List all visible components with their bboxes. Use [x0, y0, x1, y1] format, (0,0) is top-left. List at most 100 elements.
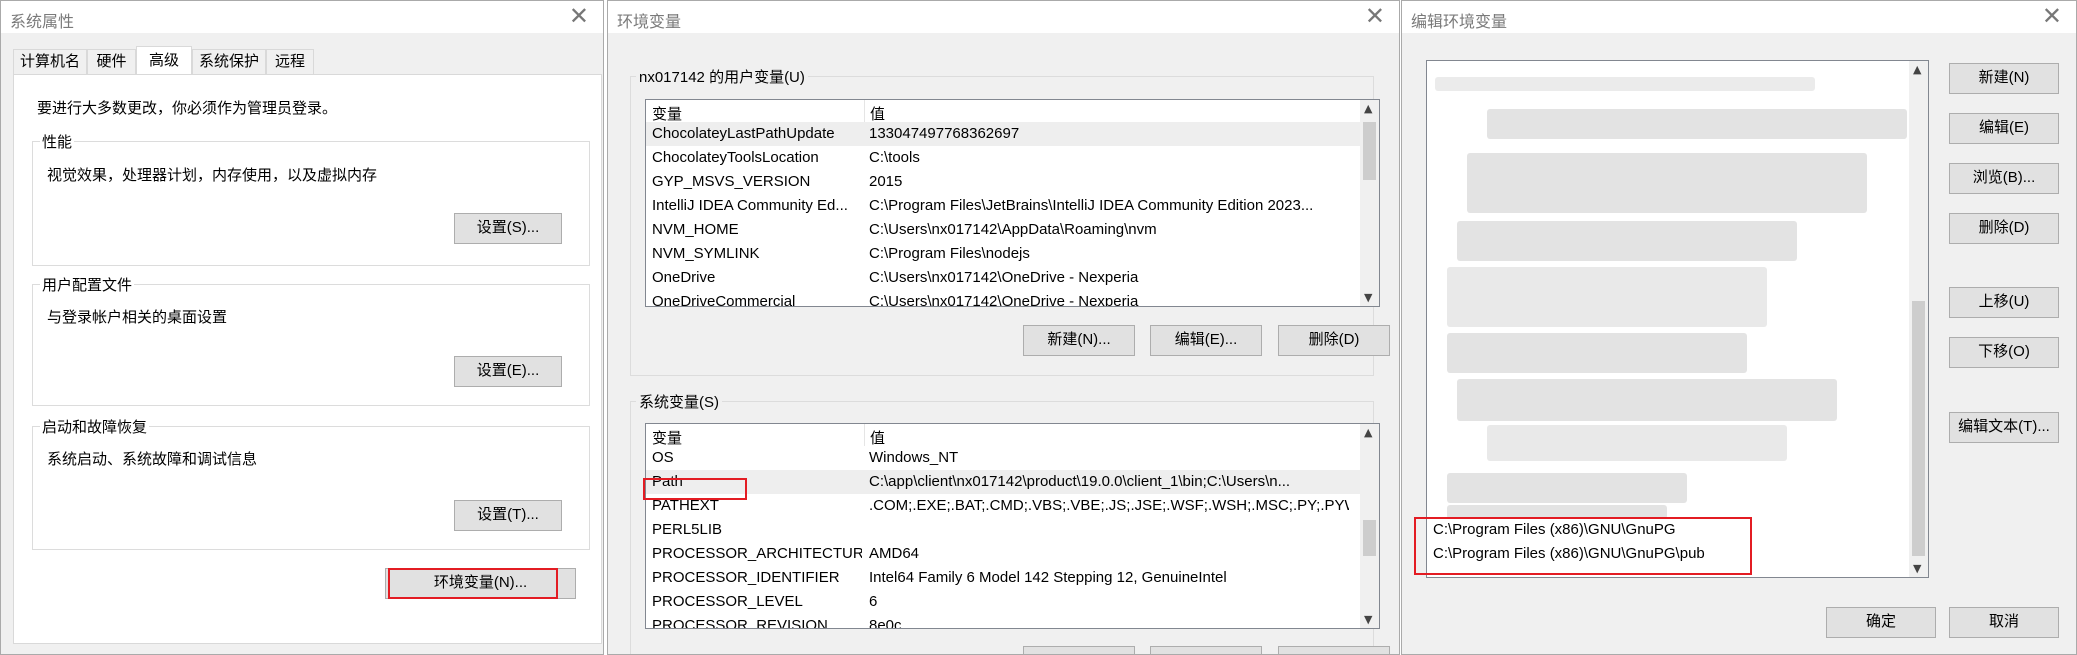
user-variables-title: nx017142 的用户变量(U) [636, 66, 808, 87]
column-separator [864, 100, 865, 122]
variable-value: C:\app\client\nx017142\product\19.0.0\cl… [869, 473, 1291, 490]
system-delete-button[interactable] [1278, 646, 1390, 654]
startup-recovery-settings-button[interactable]: 设置(T)... [454, 500, 562, 531]
vertical-scrollbar[interactable]: ▲ ▼ [1360, 100, 1379, 306]
performance-settings-button[interactable]: 设置(S)... [454, 213, 562, 244]
variable-value: AMD64 [869, 545, 920, 562]
chevron-up-icon[interactable]: ▲ [1364, 426, 1372, 439]
table-row[interactable]: OS Windows_NT [646, 446, 1360, 470]
user-new-button[interactable]: 新建(N)... [1023, 325, 1135, 356]
close-icon[interactable]: ✕ [2042, 4, 2062, 28]
title-bar: 编辑环境变量 ✕ [1402, 1, 2076, 33]
variable-name: GYP_MSVS_VERSION [652, 173, 811, 190]
blurred-entry [1467, 153, 1867, 213]
title-bar: 环境变量 ✕ [608, 1, 1399, 33]
ok-button[interactable]: 确定 [1826, 607, 1936, 638]
variable-value: C:\Program Files\nodejs [869, 245, 1030, 262]
admin-note: 要进行大多数更改，你必须作为管理员登录。 [37, 100, 338, 117]
user-delete-button[interactable]: 删除(D) [1278, 325, 1390, 356]
system-properties-window: 系统属性 ✕ 计算机名 硬件 高级 系统保护 远程 要进行大多数更改，你必须作为… [0, 0, 604, 655]
variable-name: PERL5LIB [652, 521, 723, 538]
edit-text-button[interactable]: 编辑文本(T)... [1949, 412, 2059, 443]
table-row[interactable]: PATHEXT .COM;.EXE;.BAT;.CMD;.VBS;.VBE;.JS… [646, 494, 1360, 518]
table-row[interactable]: OneDriveCommercial C:\Users\nx017142\OneD… [646, 290, 1360, 307]
system-edit-button[interactable] [1150, 646, 1262, 654]
table-row[interactable]: PERL5LIB [646, 518, 1360, 542]
move-up-button[interactable]: 上移(U) [1949, 287, 2059, 318]
variable-name: PROCESSOR_LEVEL [652, 593, 803, 610]
performance-group: 性能 视觉效果，处理器计划，内存使用，以及虚拟内存 设置(S)... [32, 131, 590, 266]
cancel-button[interactable]: 取消 [1949, 607, 2059, 638]
user-variables-list[interactable]: 变量 值 ChocolateyLastPathUpdate 13304749776… [645, 99, 1380, 307]
variable-value: 8e0c [869, 617, 902, 629]
chevron-down-icon[interactable]: ▼ [1913, 562, 1921, 575]
startup-recovery-group: 启动和故障恢复 系统启动、系统故障和调试信息 设置(T)... [32, 416, 590, 550]
chevron-up-icon[interactable]: ▲ [1913, 63, 1921, 76]
chevron-down-icon[interactable]: ▼ [1364, 613, 1372, 626]
table-row[interactable]: PROCESSOR_LEVEL 6 [646, 590, 1360, 614]
table-row[interactable]: NVM_SYMLINK C:\Program Files\nodejs [646, 242, 1360, 266]
variable-value: C:\Users\nx017142\OneDrive - Nexperia [869, 293, 1139, 307]
scrollbar-thumb[interactable] [1363, 122, 1376, 180]
blurred-entry [1435, 77, 1815, 91]
table-row[interactable]: OneDrive C:\Users\nx017142\OneDrive - Nex… [646, 266, 1360, 290]
window-title: 编辑环境变量 [1411, 14, 1508, 31]
variable-name: OS [652, 449, 674, 466]
vertical-scrollbar[interactable]: ▲ ▼ [1360, 424, 1379, 628]
highlight-box [643, 478, 747, 500]
column-header-variable[interactable]: 变量 [652, 103, 682, 124]
user-edit-button[interactable]: 编辑(E)... [1150, 325, 1262, 356]
table-row[interactable]: PROCESSOR_ARCHITECTURE AMD64 [646, 542, 1360, 566]
variable-name: NVM_SYMLINK [652, 245, 760, 262]
table-row[interactable]: IntelliJ IDEA Community Ed... C:\Program … [646, 194, 1360, 218]
user-profiles-desc: 与登录帐户相关的桌面设置 [47, 309, 228, 326]
blurred-entry [1457, 379, 1837, 421]
table-row[interactable]: PROCESSOR_REVISION 8e0c [646, 614, 1360, 629]
table-row[interactable]: GYP_MSVS_VERSION 2015 [646, 170, 1360, 194]
variable-value: C:\Users\nx017142\AppData\Roaming\nvm [869, 221, 1157, 238]
edit-environment-variable-window: 编辑环境变量 ✕ C:\Program Files (x86)\GNU\GnuP… [1401, 0, 2077, 655]
column-header-value[interactable]: 值 [870, 103, 885, 124]
delete-entry-button[interactable]: 删除(D) [1949, 213, 2059, 244]
variable-name: ChocolateyLastPathUpdate [652, 125, 835, 142]
system-variables-group: 系统变量(S) 变量 值 OS Windows_NT Path C:\app\cli… [630, 391, 1390, 654]
tab-advanced[interactable]: 高级 [136, 46, 192, 75]
variable-value: C:\tools [869, 149, 920, 166]
column-header-value[interactable]: 值 [870, 427, 885, 448]
table-row[interactable]: Path C:\app\client\nx017142\product\19.0.… [646, 470, 1360, 494]
chevron-down-icon[interactable]: ▼ [1364, 291, 1372, 304]
system-variables-list[interactable]: 变量 值 OS Windows_NT Path C:\app\client\nx01… [645, 423, 1380, 629]
browse-button[interactable]: 浏览(B)... [1949, 163, 2059, 194]
tab-system-protection[interactable]: 系统保护 [192, 49, 266, 74]
tab-remote[interactable]: 远程 [266, 49, 314, 74]
blurred-entry [1487, 109, 1907, 139]
table-row[interactable]: ChocolateyLastPathUpdate 1330474977683626… [646, 122, 1360, 146]
window-title: 系统属性 [10, 14, 75, 31]
user-profiles-settings-button[interactable]: 设置(E)... [454, 356, 562, 387]
table-row[interactable]: NVM_HOME C:\Users\nx017142\AppData\Roamin… [646, 218, 1360, 242]
variable-name: OneDrive [652, 269, 716, 286]
edit-entry-button[interactable]: 编辑(E) [1949, 113, 2059, 144]
close-icon[interactable]: ✕ [569, 4, 589, 28]
table-row[interactable]: ChocolateyToolsLocation C:\tools [646, 146, 1360, 170]
blurred-entry [1457, 221, 1797, 261]
close-icon[interactable]: ✕ [1365, 4, 1385, 28]
blurred-entry [1447, 333, 1747, 373]
variable-value: C:\Users\nx017142\OneDrive - Nexperia [869, 269, 1139, 286]
system-new-button[interactable] [1023, 646, 1135, 654]
chevron-up-icon[interactable]: ▲ [1364, 102, 1372, 115]
variable-value: C:\Program Files\JetBrains\IntelliJ IDEA… [869, 197, 1314, 214]
startup-recovery-desc: 系统启动、系统故障和调试信息 [47, 451, 258, 468]
table-row[interactable]: PROCESSOR_IDENTIFIER Intel64 Family 6 Mod… [646, 566, 1360, 590]
scrollbar-thumb[interactable] [1912, 301, 1925, 556]
path-entries-list[interactable]: C:\Program Files (x86)\GNU\GnuPG C:\Prog… [1426, 60, 1929, 578]
move-down-button[interactable]: 下移(O) [1949, 337, 2059, 368]
variable-value: 6 [869, 593, 878, 610]
vertical-scrollbar[interactable]: ▲ ▼ [1909, 61, 1928, 577]
tab-computer-name[interactable]: 计算机名 [13, 49, 87, 74]
column-header-variable[interactable]: 变量 [652, 427, 682, 448]
scrollbar-thumb[interactable] [1363, 520, 1376, 556]
highlight-box [388, 568, 558, 599]
tab-hardware[interactable]: 硬件 [87, 49, 136, 74]
new-entry-button[interactable]: 新建(N) [1949, 63, 2059, 94]
